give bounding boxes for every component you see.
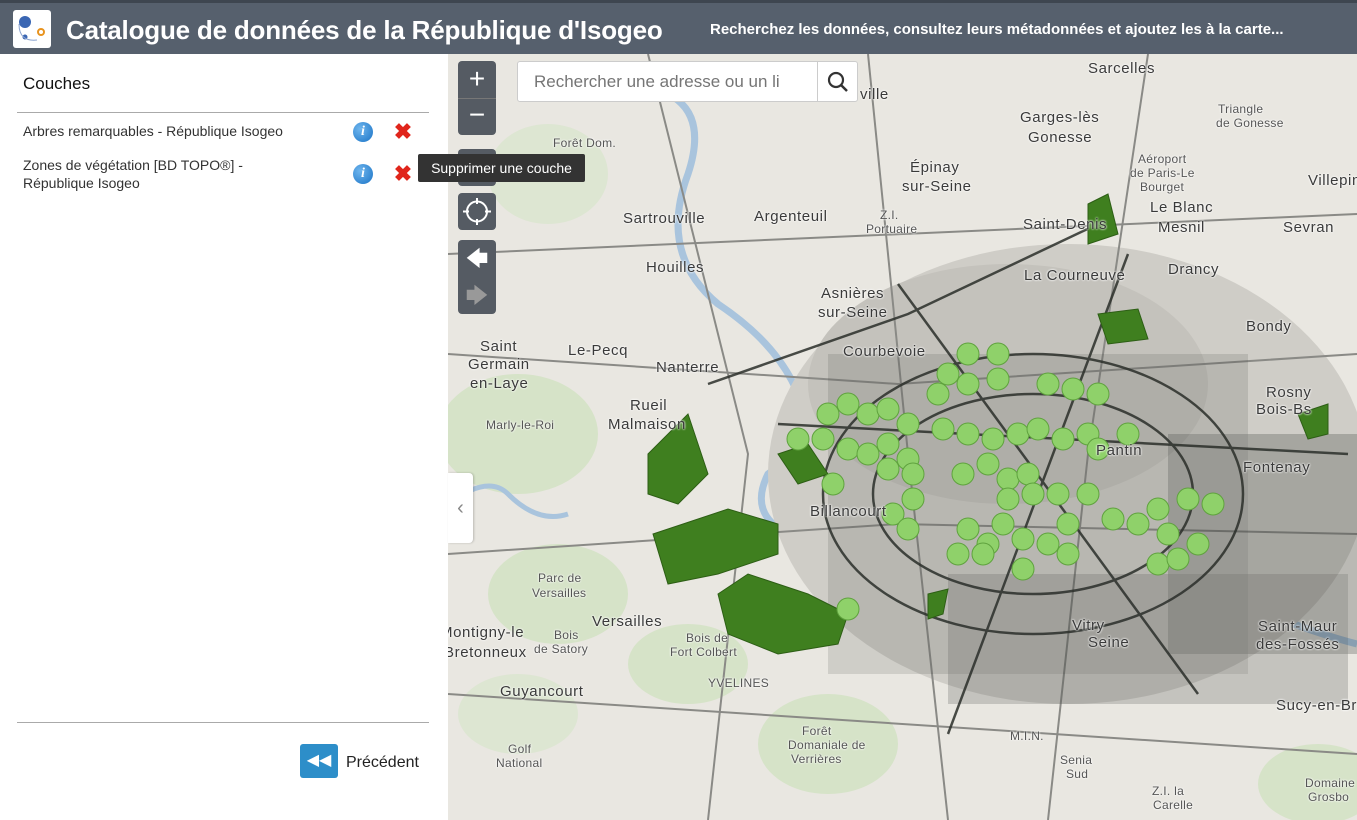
map-label: Portuaire: [866, 222, 918, 236]
map-label: Germain: [468, 356, 530, 373]
locate-button[interactable]: [458, 193, 496, 230]
layer-name-arbres: Arbres remarquables - République Isogeo: [23, 123, 283, 139]
locate-icon: [463, 198, 491, 225]
map-label: Nanterre: [656, 359, 720, 376]
map-label: sur-Seine: [818, 304, 888, 321]
layers-panel: Couches Arbres remarquables - République…: [0, 54, 448, 820]
map-label: Sarcelles: [1088, 60, 1156, 77]
map-label: Rueil: [630, 397, 668, 414]
map-label: Pantin: [1096, 442, 1143, 459]
map-label: de Satory: [534, 642, 589, 656]
isogeo-logo: [13, 10, 51, 48]
panel-title: Couches: [23, 74, 91, 93]
map-label: Versailles: [532, 586, 587, 600]
divider: [17, 112, 429, 113]
map-label: Villepin: [1308, 172, 1357, 189]
map-label: Le-Pecq: [568, 342, 629, 359]
forward-button[interactable]: 🡆: [458, 277, 496, 314]
map-label: Rosny: [1266, 384, 1312, 401]
previous-label[interactable]: Précédent: [346, 754, 419, 772]
map-label: Garges-lès: [1020, 109, 1100, 126]
map-label: Drancy: [1168, 261, 1220, 278]
tooltip: Supprimer une couche: [418, 154, 585, 182]
map-label: Malmaison: [608, 416, 686, 433]
map-label: Vitry: [1072, 617, 1105, 634]
app-header: Catalogue de données de la République d'…: [0, 0, 1357, 54]
page-subtitle: Recherchez les données, consultez leurs …: [710, 21, 1284, 38]
map-label: M.I.N.: [1010, 729, 1044, 743]
map-label: Sud: [1066, 767, 1089, 781]
zoom-in-button[interactable]: +: [458, 61, 496, 98]
layer-name-line1: Zones de végétation [BD TOPO®] -: [23, 157, 243, 173]
map-label: Fort Colbert: [670, 645, 737, 659]
divider: [17, 722, 429, 723]
map-label: Argenteuil: [754, 208, 828, 225]
arrow-right-icon: 🡆: [465, 283, 489, 308]
map-label: Courbevoie: [843, 343, 926, 360]
map-label: Grosbo: [1308, 790, 1350, 804]
map-label: Bois-Bs: [1256, 401, 1312, 418]
map-label: Épinay: [910, 159, 960, 176]
map-label: Bretonneux: [448, 644, 527, 661]
map-label: sur-Seine: [902, 178, 972, 195]
map-label: de Gonesse: [1216, 116, 1284, 130]
page-title: Catalogue de données de la République d'…: [66, 15, 663, 45]
map-label: Marly-le-Roi: [486, 418, 555, 432]
map-label: Sucy-en-Bri: [1276, 697, 1357, 714]
map-label: Gonesse: [1028, 129, 1093, 146]
back-button[interactable]: 🡄: [458, 240, 496, 277]
arrow-left-icon: 🡄: [465, 246, 489, 271]
layer-name-vegetation: Zones de végétation [BD TOPO®] - Républi…: [23, 156, 243, 192]
map-label: Bourget: [1140, 180, 1185, 194]
layer-name-line2: République Isogeo: [23, 175, 140, 191]
info-icon[interactable]: i: [353, 122, 373, 142]
map-label: Montigny-le: [448, 624, 525, 641]
map-label: ville: [860, 86, 889, 103]
map-label: National: [496, 756, 543, 770]
collapse-panel-button[interactable]: ‹: [448, 473, 473, 543]
map-label: Verrières: [791, 752, 842, 766]
delete-layer-icon[interactable]: ✖: [392, 121, 414, 143]
map-label: YVELINES: [708, 676, 770, 690]
map-label: en-Laye: [470, 375, 529, 392]
map-label: Forêt Dom.: [553, 136, 617, 150]
map-label: Guyancourt: [500, 683, 584, 700]
map-label: Mesnil: [1158, 219, 1205, 236]
map-label: Saint-Denis: [1023, 216, 1108, 233]
map-label: Houilles: [646, 259, 705, 276]
rewind-icon: ◀◀: [306, 752, 332, 769]
info-icon[interactable]: i: [353, 164, 373, 184]
map-label: Le Blanc: [1150, 199, 1214, 216]
search-button[interactable]: [817, 61, 858, 102]
delete-layer-icon[interactable]: ✖: [392, 163, 414, 185]
map-label: Versailles: [592, 613, 663, 630]
map-label: Bondy: [1246, 318, 1292, 335]
map-label: Asnières: [821, 285, 885, 302]
map-label: des-Fossés: [1256, 636, 1340, 653]
address-search-input[interactable]: [517, 61, 818, 102]
map-label: Fontenay: [1243, 459, 1311, 476]
map-label: Sartrouville: [623, 210, 706, 227]
map-label: Sevran: [1283, 219, 1335, 236]
map-label: Carelle: [1153, 798, 1194, 812]
map-label: Saint: [480, 338, 518, 355]
previous-button[interactable]: ◀◀: [300, 744, 338, 778]
zoom-out-button[interactable]: −: [458, 98, 496, 135]
map-label: Saint-Maur: [1258, 618, 1338, 635]
map-label: Seine: [1088, 634, 1130, 651]
map-label: Billancourt: [810, 503, 887, 520]
search-icon: [827, 71, 848, 92]
map-label: La Courneuve: [1024, 267, 1126, 284]
